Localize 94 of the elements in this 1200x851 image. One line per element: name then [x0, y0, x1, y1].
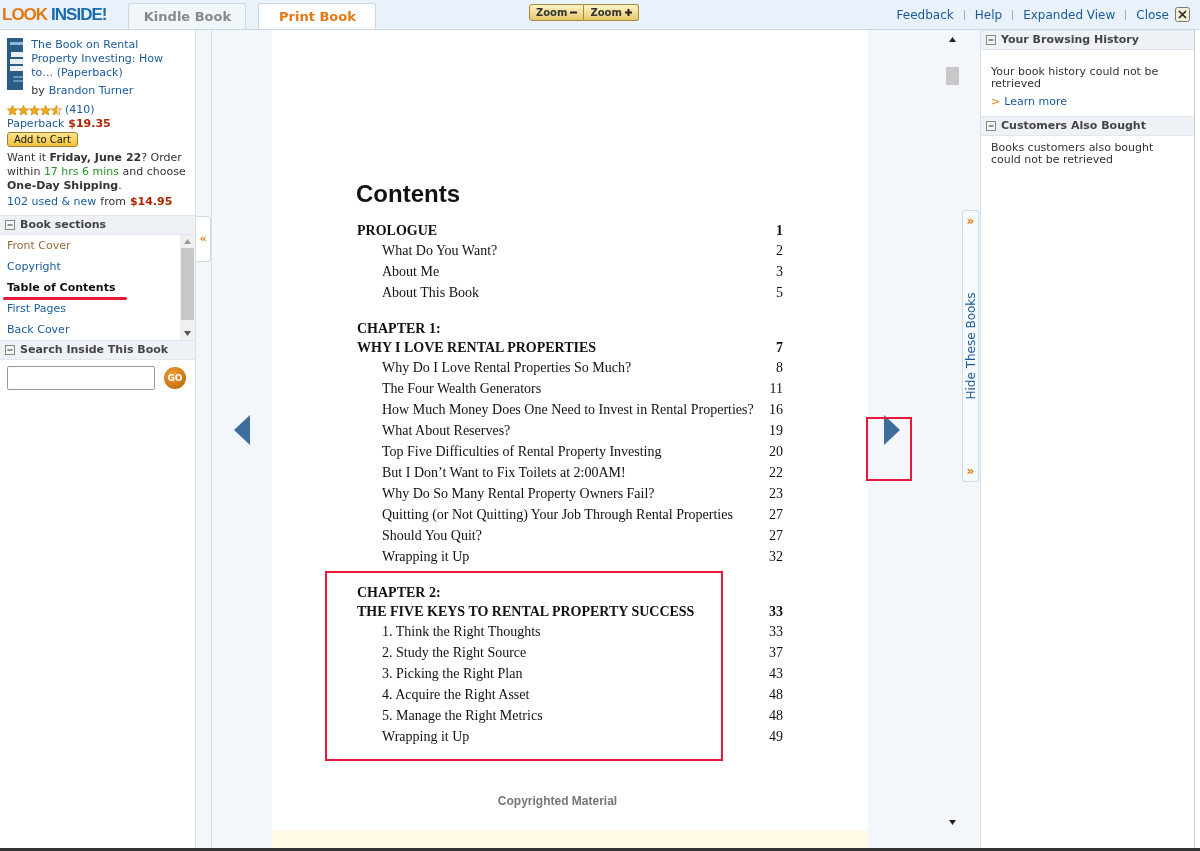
toc-entry: About Me — [382, 263, 440, 281]
add-to-cart-button[interactable]: Add to Cart — [7, 132, 78, 147]
header-link[interactable]: Expanded View — [1023, 5, 1116, 24]
page-number: 3 — [776, 263, 783, 281]
zoom-out-button[interactable]: Zoom — [529, 4, 585, 21]
toc-entry: 5. Manage the Right Metrics — [382, 707, 543, 725]
page-number: 33 — [769, 603, 783, 621]
toc-entry: What Do You Want? — [382, 242, 498, 260]
section-link[interactable]: Copyright — [7, 260, 61, 274]
toc-entry: 2. Study the Right Source — [382, 644, 527, 662]
previous-page-icon[interactable] — [234, 415, 250, 445]
toc-entry: About This Book — [382, 284, 479, 302]
page-number: 16 — [769, 401, 783, 419]
hide-books-tab[interactable]: » Hide These Books » — [962, 210, 979, 482]
page-number: 11 — [769, 380, 783, 398]
panel-title: Customers Also Bought — [1001, 120, 1146, 132]
zoom-in-button[interactable]: Zoom — [584, 4, 639, 21]
page-number: 23 — [769, 485, 783, 503]
page-number: 43 — [769, 665, 783, 683]
review-count-link[interactable]: (410) — [65, 103, 95, 117]
page-number: 8 — [776, 359, 783, 377]
page-number: 48 — [769, 707, 783, 725]
book-title-link[interactable]: The Book on Rental Property Investing: How to… (Paperback) — [31, 38, 188, 80]
section-link[interactable]: First Pages — [7, 302, 66, 316]
price: $19.35 — [68, 117, 111, 131]
header-link[interactable]: Close — [1136, 5, 1169, 24]
used-and-new-link[interactable]: 102 used & new — [7, 195, 97, 209]
learn-more-link[interactable]: Learn more — [1004, 96, 1067, 108]
collapse-icon[interactable] — [986, 35, 996, 45]
section-link[interactable]: Back Cover — [7, 323, 70, 337]
search-field[interactable] — [7, 366, 155, 390]
by-label: by — [31, 84, 45, 98]
toc-entry: Why Do I Love Rental Properties So Much? — [382, 359, 632, 377]
logo-text: INSIDE! — [51, 3, 107, 26]
toc-entry: Quitting (or Not Quitting) Your Job Through Rental Properties — [382, 506, 733, 524]
used-price: $14.95 — [129, 195, 173, 209]
toc-entry: Wrapping it Up — [382, 728, 470, 746]
toc-entry: 3. Picking the Right Plan — [382, 665, 523, 683]
chevron-text: » — [966, 465, 975, 477]
next-page-icon[interactable] — [884, 415, 900, 445]
page-number: 19 — [769, 422, 783, 440]
collapse-icon[interactable] — [986, 121, 996, 131]
panel-title: Search Inside This Book — [20, 343, 169, 357]
close-icon[interactable] — [1175, 7, 1190, 22]
header-link[interactable]: Help — [974, 5, 1003, 24]
page-number: 27 — [769, 527, 783, 545]
chevron-text: > — [991, 96, 1001, 108]
page-number: 22 — [769, 464, 783, 482]
section-link[interactable]: Table of Contents — [7, 281, 116, 295]
format-link[interactable]: Paperback — [7, 117, 65, 131]
toc-entry: 4. Acquire the Right Asset — [382, 686, 530, 704]
page-number: 2 — [776, 242, 783, 260]
plus-icon — [624, 9, 632, 16]
panel-title: Your Browsing History — [1001, 34, 1139, 46]
section-link[interactable]: Front Cover — [7, 239, 71, 253]
collapse-icon[interactable] — [5, 345, 15, 355]
book-cover-icon — [7, 38, 24, 90]
toc-entry: Should You Quit? — [382, 527, 482, 545]
toc-entry: The Four Wealth Generators — [382, 380, 542, 398]
page-number: 1 — [776, 222, 783, 240]
toc-heading: CHAPTER 2: — [357, 584, 441, 602]
page-number: 27 — [769, 506, 783, 524]
toc-heading: THE FIVE KEYS TO RENTAL PROPERTY SUCCESS — [357, 603, 695, 621]
page-number: 37 — [769, 644, 783, 662]
contents-heading: Contents — [356, 180, 461, 208]
toc-entry: Wrapping it Up — [382, 548, 470, 566]
from-label: from — [100, 195, 126, 209]
page-number: 32 — [769, 548, 783, 566]
page-number: 20 — [769, 443, 783, 461]
delivery-text: Want it Friday, June 22? Order within 17 hrs 6 mins and choose One-Day Shipping. — [7, 151, 187, 193]
collapse-icon[interactable] — [5, 220, 15, 230]
toc-entry: Why Do So Many Rental Property Owners Fail? — [382, 485, 655, 503]
page-number: 7 — [776, 339, 783, 357]
page-number: 48 — [769, 686, 783, 704]
copyright-notice: Copyrighted Material — [497, 793, 618, 810]
panel-message: Your book history could not be retrieved — [991, 66, 1160, 90]
chevron-text: » — [966, 215, 975, 227]
logo-text: LOOK — [2, 3, 48, 26]
toc-heading: WHY I LOVE RENTAL PROPERTIES — [357, 339, 597, 357]
author-link[interactable]: Brandon Turner — [48, 84, 134, 98]
toc-entry: How Much Money Does One Need to Invest in Rental Properties? — [382, 401, 754, 419]
page-number: 5 — [776, 284, 783, 302]
toc-entry: Top Five Difficulties of Rental Property Investing — [382, 443, 662, 461]
toc-entry: What About Reserves? — [382, 422, 511, 440]
page-number: 49 — [769, 728, 783, 746]
toc-entry: 1. Think the Right Thoughts — [382, 623, 541, 641]
page-number: 33 — [769, 623, 783, 641]
toc-heading: CHAPTER 1: — [357, 320, 441, 338]
panel-title: Book sections — [20, 218, 107, 232]
panel-message: Books customers also bought could not be retrieved — [991, 142, 1155, 166]
toc-heading: PROLOGUE — [357, 222, 438, 240]
header-link[interactable]: Feedback — [896, 5, 954, 24]
scroll-bar[interactable] — [180, 235, 195, 340]
toc-entry: But I Don’t Want to Fix Toilets at 2:00AM! — [382, 464, 626, 482]
